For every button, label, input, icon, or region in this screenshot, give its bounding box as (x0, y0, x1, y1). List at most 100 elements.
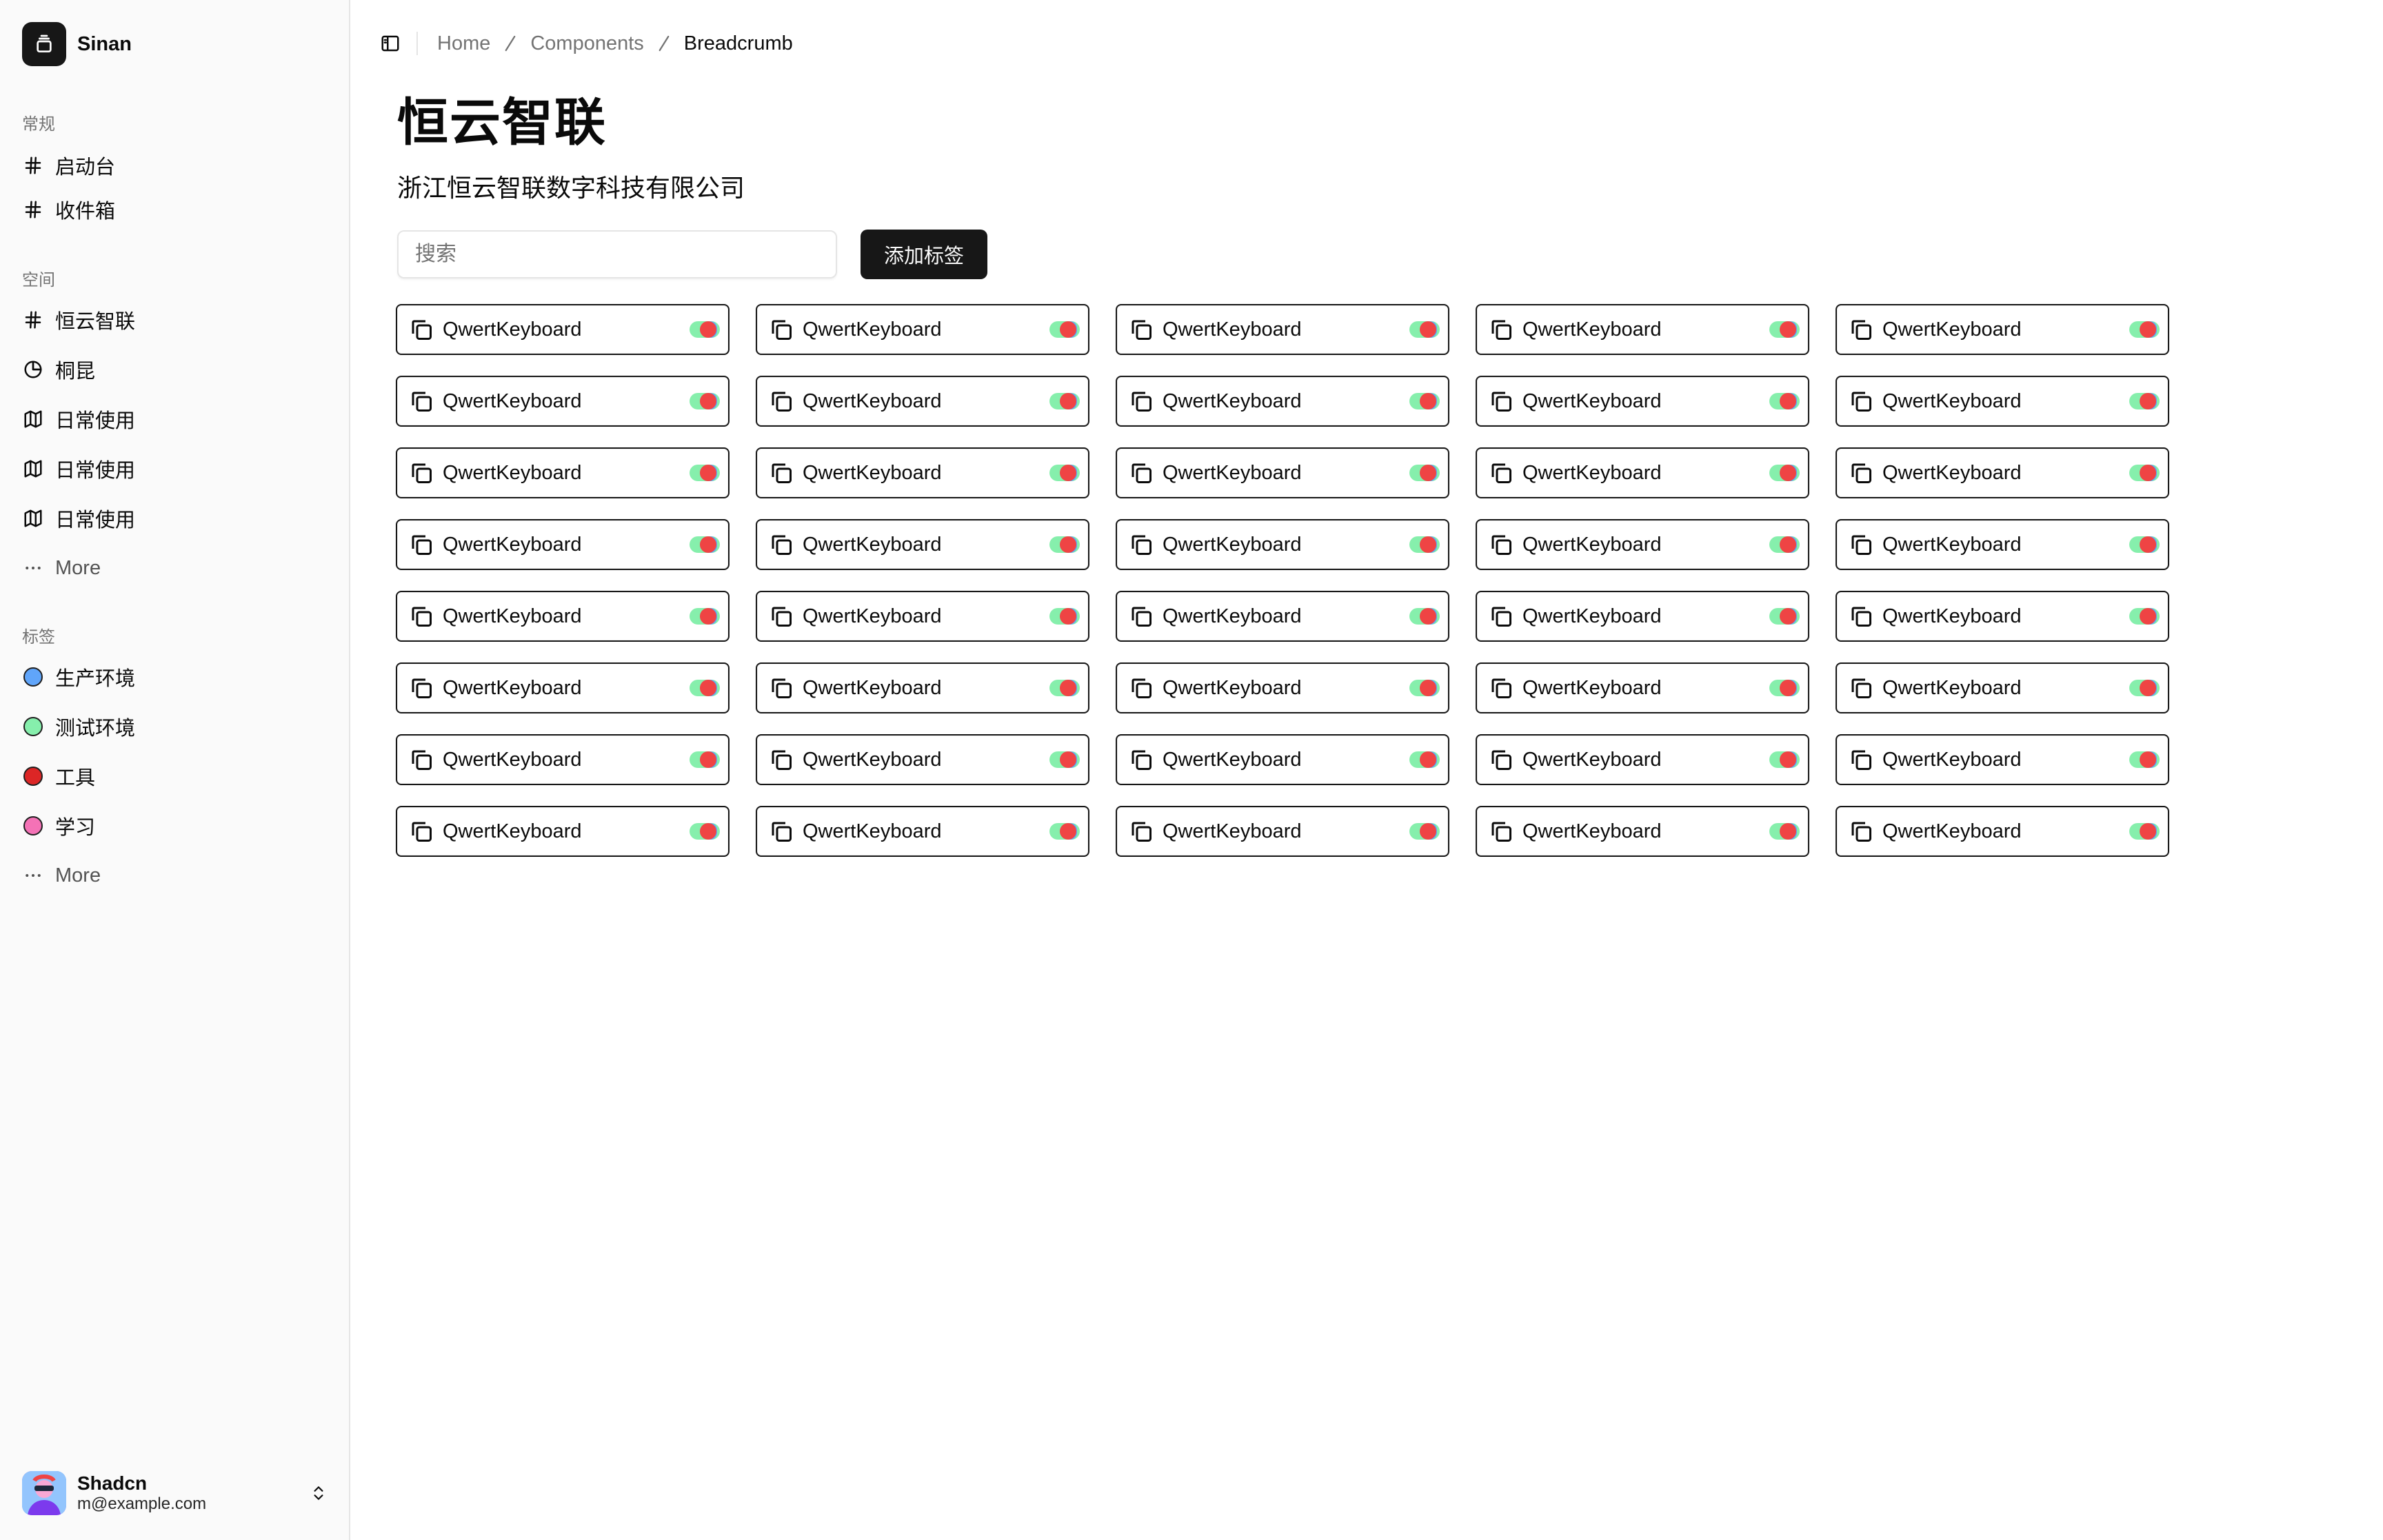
tag-item[interactable]: QwertKeyboard (1836, 519, 2169, 570)
tag-toggle[interactable] (2129, 608, 2160, 625)
tag-item[interactable]: QwertKeyboard (756, 376, 1089, 427)
tag-item[interactable]: QwertKeyboard (1116, 591, 1449, 642)
tag-item[interactable]: QwertKeyboard (1476, 662, 1809, 713)
tag-toggle[interactable] (2129, 680, 2160, 696)
tag-toggle[interactable] (2129, 751, 2160, 768)
tag-toggle[interactable] (690, 823, 720, 840)
tag-item[interactable]: QwertKeyboard (396, 447, 730, 498)
tag-toggle[interactable] (2129, 536, 2160, 553)
tag-item[interactable]: QwertKeyboard (1476, 806, 1809, 857)
tag-toggle[interactable] (690, 393, 720, 409)
tag-toggle[interactable] (690, 465, 720, 481)
tag-toggle[interactable] (1409, 823, 1440, 840)
tag-item[interactable]: QwertKeyboard (1836, 447, 2169, 498)
tag-item[interactable]: QwertKeyboard (396, 662, 730, 713)
tag-toggle[interactable] (1409, 321, 1440, 338)
tag-toggle[interactable] (1769, 465, 1800, 481)
tag-item[interactable]: QwertKeyboard (1836, 806, 2169, 857)
tag-toggle[interactable] (1769, 823, 1800, 840)
nav-item-tag-production[interactable]: 生产环境 (22, 659, 135, 695)
nav-item-space-daily-1[interactable]: 日常使用 (22, 401, 135, 437)
tag-item[interactable]: QwertKeyboard (396, 734, 730, 785)
tag-toggle[interactable] (2129, 465, 2160, 481)
brand[interactable]: Sinan (22, 22, 132, 66)
tag-toggle[interactable] (1769, 751, 1800, 768)
nav-more-tags[interactable]: More (22, 858, 101, 893)
add-tag-button[interactable]: 添加标签 (861, 230, 987, 279)
tag-toggle[interactable] (1409, 608, 1440, 625)
chevrons-up-down-icon[interactable] (308, 1482, 330, 1504)
tag-item[interactable]: QwertKeyboard (396, 519, 730, 570)
nav-item-space-tongkun[interactable]: 桐昆 (22, 352, 95, 387)
nav-item-tag-tools[interactable]: 工具 (22, 758, 95, 794)
tag-toggle[interactable] (1049, 393, 1080, 409)
tag-item[interactable]: QwertKeyboard (1476, 304, 1809, 355)
tag-toggle[interactable] (1049, 536, 1080, 553)
tag-item[interactable]: QwertKeyboard (756, 447, 1089, 498)
tag-item[interactable]: QwertKeyboard (756, 591, 1089, 642)
tag-toggle[interactable] (690, 321, 720, 338)
tag-item[interactable]: QwertKeyboard (396, 806, 730, 857)
tag-item[interactable]: QwertKeyboard (396, 304, 730, 355)
tag-toggle[interactable] (1769, 393, 1800, 409)
tag-item[interactable]: QwertKeyboard (1116, 662, 1449, 713)
tag-toggle[interactable] (690, 751, 720, 768)
nav-item-inbox[interactable]: 收件箱 (22, 192, 115, 227)
user-menu[interactable]: Shadcn m@example.com (22, 1468, 330, 1518)
breadcrumb-home[interactable]: Home (437, 32, 490, 55)
tag-toggle[interactable] (690, 680, 720, 696)
tag-item[interactable]: QwertKeyboard (1476, 519, 1809, 570)
tag-item[interactable]: QwertKeyboard (756, 662, 1089, 713)
tag-item[interactable]: QwertKeyboard (1116, 447, 1449, 498)
tag-item[interactable]: QwertKeyboard (1116, 376, 1449, 427)
tag-toggle[interactable] (690, 536, 720, 553)
tag-item[interactable]: QwertKeyboard (1836, 662, 2169, 713)
nav-item-tag-testing[interactable]: 测试环境 (22, 709, 135, 744)
tag-toggle[interactable] (1049, 465, 1080, 481)
tag-item[interactable]: QwertKeyboard (756, 304, 1089, 355)
tag-item[interactable]: QwertKeyboard (756, 519, 1089, 570)
tag-toggle[interactable] (1769, 321, 1800, 338)
tag-item[interactable]: QwertKeyboard (1116, 304, 1449, 355)
breadcrumb-components[interactable]: Components (530, 32, 643, 55)
tag-toggle[interactable] (1409, 393, 1440, 409)
tag-item[interactable]: QwertKeyboard (1116, 734, 1449, 785)
tag-toggle[interactable] (1409, 751, 1440, 768)
tag-item[interactable]: QwertKeyboard (1116, 519, 1449, 570)
tag-item[interactable]: QwertKeyboard (1836, 734, 2169, 785)
tag-item[interactable]: QwertKeyboard (1836, 376, 2169, 427)
nav-item-space-hengyun[interactable]: 恒云智联 (22, 302, 135, 338)
nav-item-space-daily-3[interactable]: 日常使用 (22, 500, 135, 536)
tag-toggle[interactable] (1049, 608, 1080, 625)
tag-toggle[interactable] (1049, 751, 1080, 768)
nav-more-spaces[interactable]: More (22, 550, 101, 586)
tag-item[interactable]: QwertKeyboard (1116, 806, 1449, 857)
tag-toggle[interactable] (2129, 321, 2160, 338)
tag-item[interactable]: QwertKeyboard (1476, 376, 1809, 427)
tag-toggle[interactable] (1409, 680, 1440, 696)
tag-toggle[interactable] (690, 608, 720, 625)
search-input[interactable] (397, 230, 837, 278)
tag-item[interactable]: QwertKeyboard (1476, 447, 1809, 498)
tag-toggle[interactable] (2129, 823, 2160, 840)
tag-item[interactable]: QwertKeyboard (756, 806, 1089, 857)
sidebar-toggle-icon[interactable] (371, 24, 410, 63)
tag-item[interactable]: QwertKeyboard (396, 591, 730, 642)
tag-item[interactable]: QwertKeyboard (1836, 304, 2169, 355)
tag-item[interactable]: QwertKeyboard (396, 376, 730, 427)
tag-toggle[interactable] (1409, 465, 1440, 481)
tag-toggle[interactable] (1409, 536, 1440, 553)
tag-toggle[interactable] (1769, 536, 1800, 553)
tag-toggle[interactable] (1049, 321, 1080, 338)
nav-item-space-daily-2[interactable]: 日常使用 (22, 451, 135, 487)
tag-item[interactable]: QwertKeyboard (1836, 591, 2169, 642)
tag-toggle[interactable] (2129, 393, 2160, 409)
tag-item[interactable]: QwertKeyboard (1476, 734, 1809, 785)
tag-toggle[interactable] (1769, 608, 1800, 625)
nav-item-launchpad[interactable]: 启动台 (22, 148, 115, 183)
tag-item[interactable]: QwertKeyboard (1476, 591, 1809, 642)
tag-toggle[interactable] (1049, 823, 1080, 840)
tag-toggle[interactable] (1049, 680, 1080, 696)
tag-toggle[interactable] (1769, 680, 1800, 696)
tag-item[interactable]: QwertKeyboard (756, 734, 1089, 785)
